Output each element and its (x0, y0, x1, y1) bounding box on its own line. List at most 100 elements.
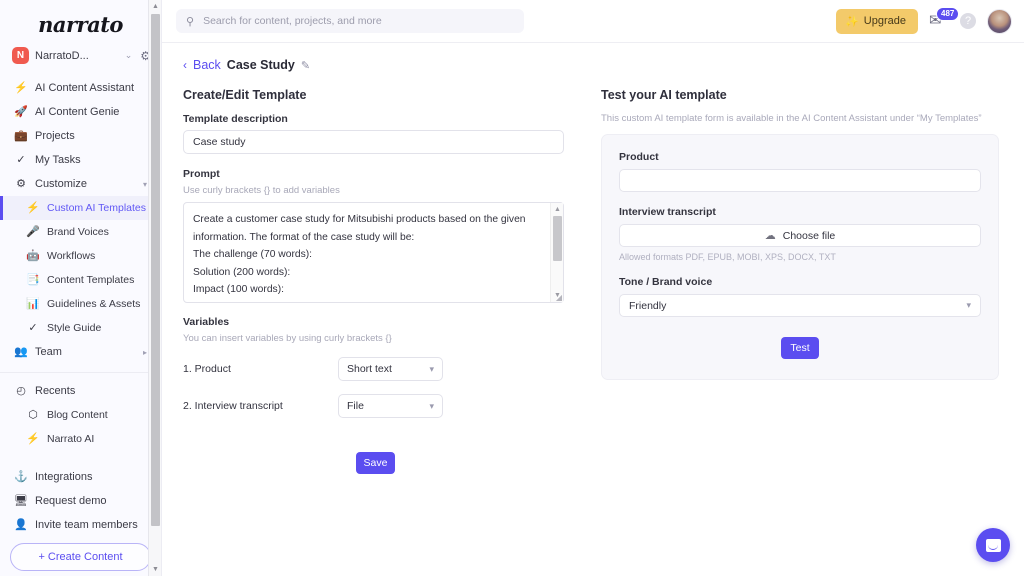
tone-brand-voice-label: Tone / Brand voice (619, 276, 713, 288)
sidebar-item-label: Guidelines & Assets (47, 298, 141, 310)
template-description-label: Template description (183, 113, 288, 125)
microphone-icon: 🎤 (26, 225, 40, 238)
notifications-button[interactable]: ✉ 487 (929, 7, 960, 30)
sidebar-item-projects[interactable]: 💼 Projects (0, 124, 161, 148)
sidebar-scrollbar[interactable]: ▲ ▼ (148, 0, 161, 576)
people-icon: 👥 (14, 345, 28, 358)
cloud-upload-icon: ☁ (764, 230, 776, 242)
app-root: narrato N NarratoD... ⌄ ⚙ ⚡ AI Content A… (0, 0, 1024, 576)
sidebar-item-label: AI Content Assistant (35, 82, 135, 94)
templates-icon: 📑 (26, 273, 40, 286)
upgrade-label: Upgrade (863, 15, 906, 27)
sidebar-scroll-area: narrato N NarratoD... ⌄ ⚙ ⚡ AI Content A… (0, 0, 161, 576)
variable-row: 1. Product Short text ▾ (183, 357, 573, 381)
test-column: Test your AI template This custom AI tem… (601, 88, 1010, 474)
avatar[interactable] (987, 8, 1012, 34)
resize-handle-icon[interactable]: ◢ (556, 293, 562, 302)
monitor-icon: 🖥 (14, 494, 28, 507)
prompt-scrollbar-thumb[interactable] (553, 216, 562, 261)
save-button[interactable]: Save (356, 452, 395, 474)
product-label: Product (619, 151, 659, 163)
edit-icon[interactable]: ✎ (301, 59, 310, 72)
app-logo[interactable]: narrato (0, 0, 161, 43)
tone-brand-voice-value: Friendly (629, 299, 667, 312)
search-icon: ⚲ (186, 15, 195, 28)
briefcase-icon: 💼 (14, 129, 28, 142)
scroll-up-icon[interactable]: ▲ (551, 203, 564, 216)
sidebar-section-label: Recents (35, 385, 76, 397)
sidebar-item-request-demo[interactable]: 🖥 Request demo (0, 489, 161, 513)
sidebar-scrollbar-thumb[interactable] (151, 14, 160, 526)
sidebar-item-label: Request demo (35, 495, 107, 507)
lightning-icon: ⚡ (14, 81, 28, 94)
variable-row: 2. Interview transcript File ▾ (183, 394, 573, 418)
prompt-scrollbar[interactable]: ▲ ▼ (550, 203, 563, 302)
prompt-textarea[interactable]: Create a customer case study for Mitsubi… (183, 202, 564, 303)
sidebar-item-label: AI Content Genie (35, 106, 120, 118)
clock-icon: ◴ (16, 384, 26, 397)
tone-brand-voice-select[interactable]: Friendly ▾ (619, 294, 981, 317)
upgrade-button[interactable]: ✨ Upgrade (836, 8, 918, 34)
sidebar-item-custom-ai-templates[interactable]: ⚡ Custom AI Templates (0, 196, 161, 220)
sidebar-item-label: Custom AI Templates (47, 202, 147, 214)
prompt-textarea-wrap: Create a customer case study for Mitsubi… (183, 202, 564, 303)
sidebar: narrato N NarratoD... ⌄ ⚙ ⚡ AI Content A… (0, 0, 162, 576)
rocket-icon: 🚀 (14, 105, 28, 118)
sidebar-item-blog-content[interactable]: ⬡ Blog Content (0, 403, 161, 427)
variable-type-value: Short text (347, 363, 392, 375)
two-column-layout: Create/Edit Template Template descriptio… (176, 72, 1010, 474)
sidebar-item-label: Brand Voices (47, 226, 109, 238)
help-icon[interactable]: ? (960, 13, 976, 29)
sidebar-item-workflows[interactable]: 🤖 Workflows (0, 244, 161, 268)
sidebar-item-label: Blog Content (47, 409, 108, 421)
sidebar-item-label: Narrato AI (47, 433, 95, 445)
sidebar-item-label: Invite team members (35, 519, 138, 531)
chevron-down-icon[interactable]: ⌄ (125, 50, 133, 61)
robot-icon: 🤖 (26, 249, 40, 262)
bar-chart-icon: 📊 (26, 297, 40, 310)
sidebar-item-style-guide[interactable]: ✓ Style Guide (0, 316, 161, 340)
sidebar-section-recents: ◴ Recents (0, 379, 161, 403)
search-box[interactable]: ⚲ (176, 9, 524, 33)
search-input[interactable] (201, 14, 514, 28)
editor-section-title: Create/Edit Template (183, 88, 307, 102)
choose-file-button[interactable]: ☁ Choose file (619, 224, 981, 247)
page-title: Case Study (226, 58, 295, 72)
variable-type-value: File (347, 400, 364, 412)
sparkle-icon: ✨ (845, 15, 859, 28)
sidebar-item-ai-content-genie[interactable]: 🚀 AI Content Genie (0, 100, 161, 124)
sidebar-item-brand-voices[interactable]: 🎤 Brand Voices (0, 220, 161, 244)
scroll-down-icon[interactable]: ▼ (149, 563, 162, 576)
sidebar-item-ai-content-assistant[interactable]: ⚡ AI Content Assistant (0, 76, 161, 100)
sidebar-item-invite-team-members[interactable]: 👤 Invite team members (0, 513, 161, 537)
sidebar-item-guidelines-assets[interactable]: 📊 Guidelines & Assets (0, 292, 161, 316)
prompt-hint: Use curly brackets {} to add variables (183, 185, 340, 196)
chevron-down-icon: ▾ (429, 400, 434, 411)
create-content-button[interactable]: + Create Content (10, 543, 151, 571)
variable-type-select[interactable]: Short text ▾ (338, 357, 443, 381)
chevron-left-icon[interactable]: ‹ (183, 58, 187, 72)
plug-icon: ⚓ (14, 470, 28, 483)
sidebar-item-my-tasks[interactable]: ✓ My Tasks (0, 148, 161, 172)
template-description-input[interactable] (183, 130, 564, 154)
variable-type-select[interactable]: File ▾ (338, 394, 443, 418)
sidebar-item-team[interactable]: 👥 Team ▸ (0, 340, 161, 364)
prompt-label: Prompt (183, 168, 220, 180)
sidebar-item-narrato-ai[interactable]: ⚡ Narrato AI (0, 427, 161, 451)
variables-label: Variables (183, 316, 230, 328)
test-button[interactable]: Test (781, 337, 819, 359)
sidebar-item-customize[interactable]: ⚙ Customize ▾ (0, 172, 161, 196)
chevron-down-icon: ▾ (429, 363, 434, 374)
lightning-icon: ⚡ (26, 201, 40, 214)
workspace-selector[interactable]: N NarratoD... ⌄ ⚙ (0, 43, 161, 68)
scroll-up-icon[interactable]: ▲ (149, 0, 162, 13)
workspace-name: NarratoD... (35, 49, 89, 62)
product-input[interactable] (619, 169, 981, 192)
sidebar-item-content-templates[interactable]: 📑 Content Templates (0, 268, 161, 292)
chat-bubble-icon[interactable] (976, 528, 1010, 562)
sidebar-item-integrations[interactable]: ⚓ Integrations (0, 465, 161, 489)
check-circle-icon: ✓ (28, 321, 38, 334)
back-link[interactable]: Back (193, 58, 221, 72)
gears-icon: ⚙ (16, 177, 26, 190)
choose-file-label: Choose file (782, 229, 836, 242)
